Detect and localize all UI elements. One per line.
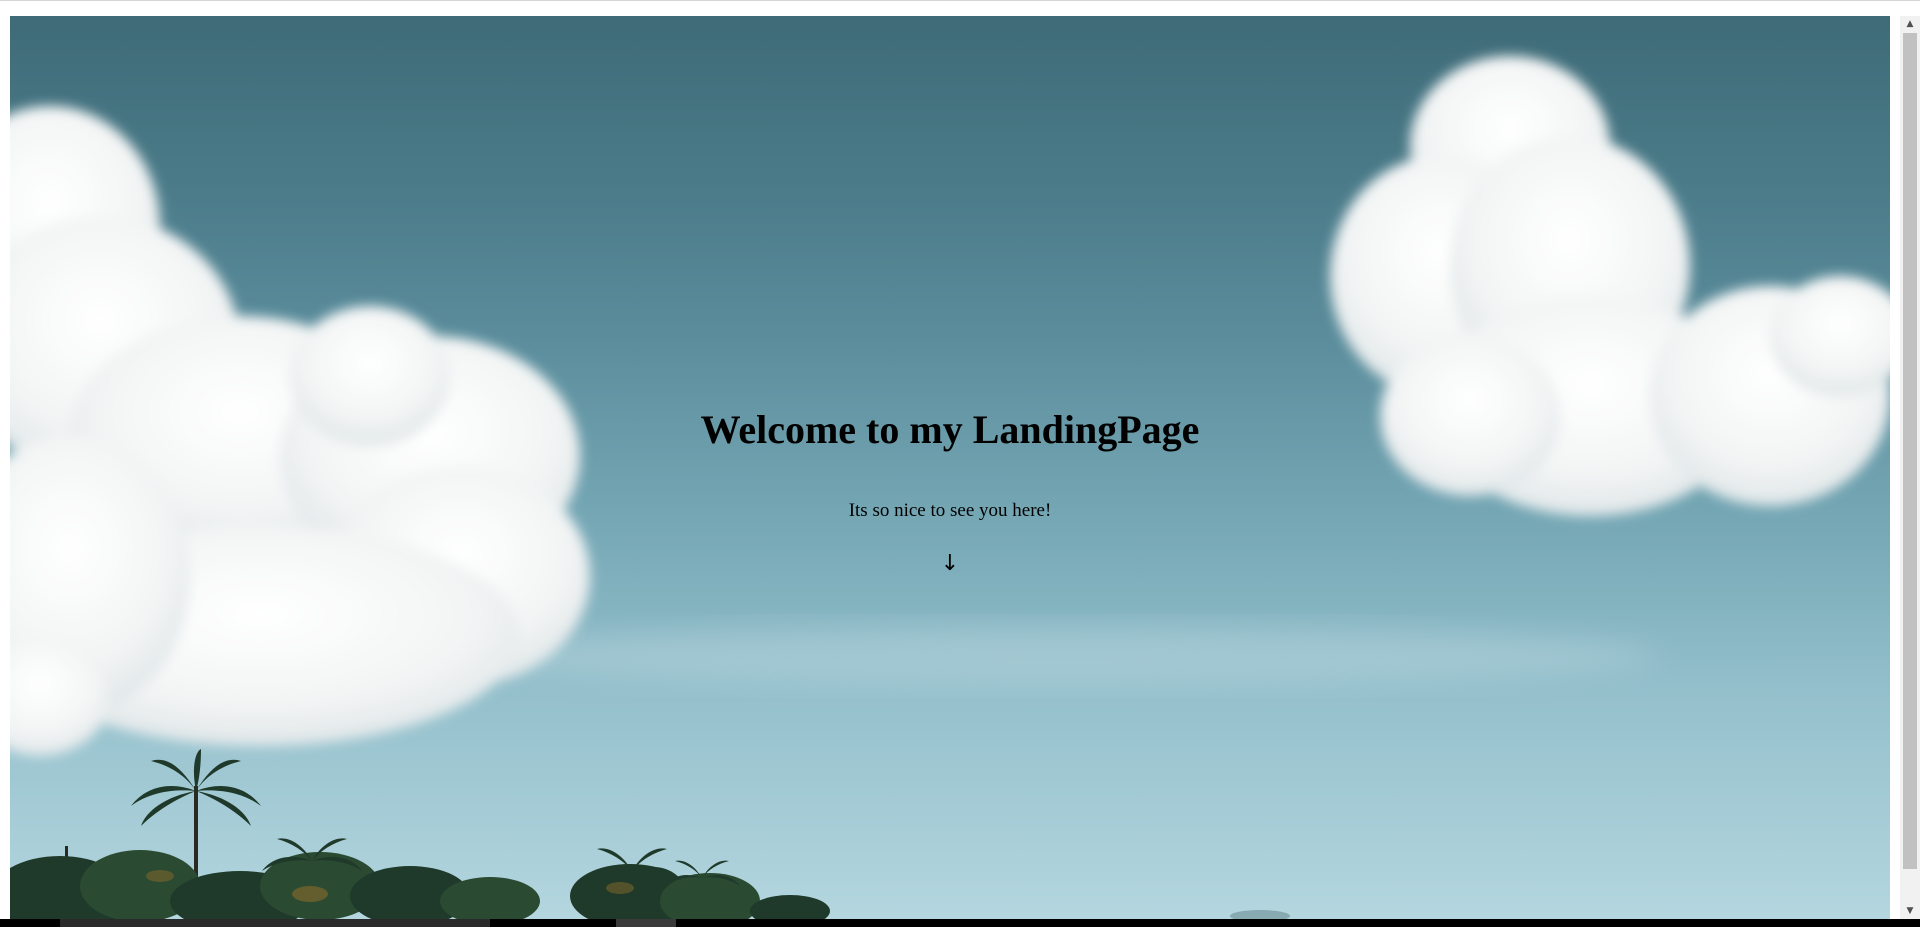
- hero-section: Welcome to my LandingPage Its so nice to…: [10, 16, 1890, 919]
- palm-trees: [10, 749, 1290, 919]
- scroll-down-icon[interactable]: ▼: [1900, 903, 1920, 919]
- sky-background-image: [10, 56, 1890, 919]
- vertical-scrollbar[interactable]: ▲ ▼: [1900, 16, 1920, 919]
- taskbar-item[interactable]: [616, 919, 676, 927]
- page-title: Welcome to my LandingPage: [700, 407, 1200, 452]
- page-subtitle: Its so nice to see you here!: [848, 500, 1052, 521]
- taskbar-item[interactable]: [60, 919, 490, 927]
- browser-top-edge: [0, 0, 1920, 16]
- scroll-down-arrow-icon[interactable]: ↓: [930, 546, 970, 582]
- scroll-up-icon[interactable]: ▲: [1900, 16, 1920, 32]
- scrollbar-thumb[interactable]: [1903, 33, 1917, 869]
- taskbar-edge: [0, 919, 1920, 927]
